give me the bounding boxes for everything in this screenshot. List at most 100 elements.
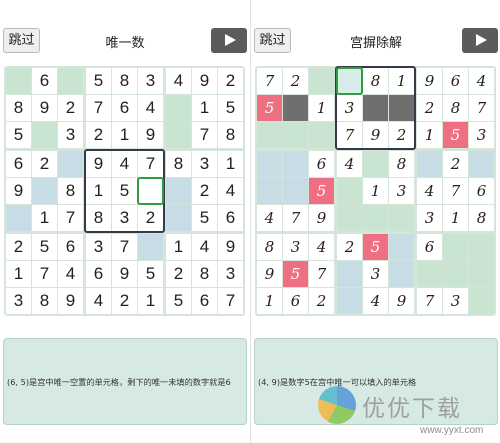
grid-cell-r2c1[interactable]: 5	[257, 95, 282, 121]
grid-cell-r4c8[interactable]: 3	[192, 151, 217, 177]
grid-cell-r3c9[interactable]: 8	[218, 122, 243, 148]
grid-cell-r7c3[interactable]: 4	[309, 234, 334, 260]
grid-cell-r1c7[interactable]: 9	[417, 68, 442, 94]
grid-cell-r2c3[interactable]: 1	[309, 95, 334, 121]
grid-cell-r7c2[interactable]: 3	[283, 234, 308, 260]
grid-cell-r6c4[interactable]: 8	[86, 205, 111, 231]
grid-cell-r1c1[interactable]: 7	[257, 68, 282, 94]
grid-cell-r6c7[interactable]: 3	[417, 205, 442, 231]
grid-cell-r9c4[interactable]: 4	[86, 288, 111, 314]
grid-cell-r2c4[interactable]: 3	[337, 95, 362, 121]
grid-cell-r8c2[interactable]: 5	[283, 261, 308, 287]
grid-cell-r5c5[interactable]: 5	[112, 178, 137, 204]
grid-cell-r2c5[interactable]: 6	[112, 95, 137, 121]
grid-cell-r6c6[interactable]	[389, 205, 414, 231]
grid-cell-r9c7[interactable]: 7	[417, 288, 442, 314]
grid-cell-r3c8[interactable]: 5	[443, 122, 468, 148]
grid-cell-r8c1[interactable]: 9	[257, 261, 282, 287]
grid-cell-r9c2[interactable]: 8	[32, 288, 57, 314]
grid-cell-r8c8[interactable]	[443, 261, 468, 287]
grid-cell-r9c5[interactable]: 4	[363, 288, 388, 314]
grid-cell-r9c2[interactable]: 6	[283, 288, 308, 314]
grid-cell-r8c5[interactable]: 3	[363, 261, 388, 287]
grid-cell-r4c4[interactable]: 9	[86, 151, 111, 177]
grid-cell-r4c3[interactable]: 6	[309, 151, 334, 177]
grid-cell-r1c3[interactable]	[58, 68, 83, 94]
grid-cell-r9c8[interactable]: 3	[443, 288, 468, 314]
grid-cell-r4c4[interactable]: 4	[337, 151, 362, 177]
grid-cell-r3c7[interactable]: 1	[417, 122, 442, 148]
grid-cell-r9c7[interactable]: 5	[166, 288, 191, 314]
grid-cell-r5c4[interactable]	[337, 178, 362, 204]
play-button[interactable]	[211, 28, 247, 53]
grid-cell-r6c1[interactable]: 4	[257, 205, 282, 231]
grid-cell-r9c9[interactable]: 7	[218, 288, 243, 314]
grid-cell-r3c7[interactable]	[166, 122, 191, 148]
grid-cell-r5c1[interactable]	[257, 178, 282, 204]
grid-cell-r3c3[interactable]	[309, 122, 334, 148]
grid-cell-r6c2[interactable]: 1	[32, 205, 57, 231]
grid-cell-r4c6[interactable]: 7	[138, 151, 163, 177]
grid-cell-r7c4[interactable]: 2	[337, 234, 362, 260]
grid-cell-r7c2[interactable]: 5	[32, 234, 57, 260]
grid-cell-r4c7[interactable]: 8	[166, 151, 191, 177]
grid-cell-r4c1[interactable]: 6	[6, 151, 31, 177]
grid-cell-r6c8[interactable]: 5	[192, 205, 217, 231]
grid-cell-r9c1[interactable]: 3	[6, 288, 31, 314]
grid-cell-r8c7[interactable]: 2	[166, 261, 191, 287]
grid-cell-r3c1[interactable]: 5	[6, 122, 31, 148]
grid-cell-r1c9[interactable]: 2	[218, 68, 243, 94]
grid-cell-r5c4[interactable]: 1	[86, 178, 111, 204]
grid-cell-r8c1[interactable]: 1	[6, 261, 31, 287]
grid-cell-r3c6[interactable]: 2	[389, 122, 414, 148]
skip-button[interactable]: 跳过	[3, 28, 40, 53]
grid-cell-r7c7[interactable]: 1	[166, 234, 191, 260]
grid-cell-r4c9[interactable]	[469, 151, 494, 177]
grid-cell-r6c5[interactable]	[363, 205, 388, 231]
grid-cell-r2c7[interactable]	[166, 95, 191, 121]
grid-cell-r9c3[interactable]: 2	[309, 288, 334, 314]
grid-cell-r1c6[interactable]: 1	[389, 68, 414, 94]
grid-cell-r1c7[interactable]: 4	[166, 68, 191, 94]
grid-cell-r5c7[interactable]: 4	[417, 178, 442, 204]
grid-cell-r4c9[interactable]: 1	[218, 151, 243, 177]
grid-cell-r4c2[interactable]	[283, 151, 308, 177]
grid-cell-r5c2[interactable]	[32, 178, 57, 204]
grid-cell-r5c3[interactable]: 8	[58, 178, 83, 204]
grid-cell-r6c8[interactable]: 1	[443, 205, 468, 231]
grid-cell-r5c9[interactable]: 4	[218, 178, 243, 204]
grid-cell-r2c2[interactable]	[283, 95, 308, 121]
grid-cell-r4c2[interactable]: 2	[32, 151, 57, 177]
grid-cell-r5c3[interactable]: 5	[309, 178, 334, 204]
grid-cell-r8c6[interactable]: 5	[138, 261, 163, 287]
grid-cell-r5c2[interactable]	[283, 178, 308, 204]
grid-cell-r3c2[interactable]	[32, 122, 57, 148]
grid-cell-r7c8[interactable]	[443, 234, 468, 260]
grid-cell-r2c9[interactable]: 7	[469, 95, 494, 121]
grid-cell-r9c4[interactable]	[337, 288, 362, 314]
grid-cell-r1c5[interactable]: 8	[363, 68, 388, 94]
grid-cell-r8c3[interactable]: 7	[309, 261, 334, 287]
grid-cell-r1c1[interactable]	[6, 68, 31, 94]
grid-cell-r5c6[interactable]: 3	[389, 178, 414, 204]
grid-cell-r8c6[interactable]	[389, 261, 414, 287]
grid-cell-r9c1[interactable]: 1	[257, 288, 282, 314]
grid-cell-r3c4[interactable]: 2	[86, 122, 111, 148]
grid-cell-r8c2[interactable]: 7	[32, 261, 57, 287]
grid-cell-r8c5[interactable]: 9	[112, 261, 137, 287]
grid-cell-r1c4[interactable]: 5	[86, 68, 111, 94]
grid-cell-r5c5[interactable]: 1	[363, 178, 388, 204]
grid-cell-r4c7[interactable]	[417, 151, 442, 177]
play-button[interactable]	[462, 28, 498, 53]
grid-cell-r9c6[interactable]: 1	[138, 288, 163, 314]
grid-cell-r4c1[interactable]	[257, 151, 282, 177]
grid-cell-r2c8[interactable]: 8	[443, 95, 468, 121]
grid-cell-r7c4[interactable]: 3	[86, 234, 111, 260]
grid-cell-r5c6[interactable]	[138, 178, 163, 204]
grid-cell-r2c4[interactable]: 7	[86, 95, 111, 121]
grid-cell-r6c3[interactable]: 9	[309, 205, 334, 231]
grid-cell-r1c2[interactable]: 2	[283, 68, 308, 94]
grid-cell-r6c5[interactable]: 3	[112, 205, 137, 231]
grid-cell-r7c6[interactable]	[389, 234, 414, 260]
grid-cell-r1c3[interactable]	[309, 68, 334, 94]
